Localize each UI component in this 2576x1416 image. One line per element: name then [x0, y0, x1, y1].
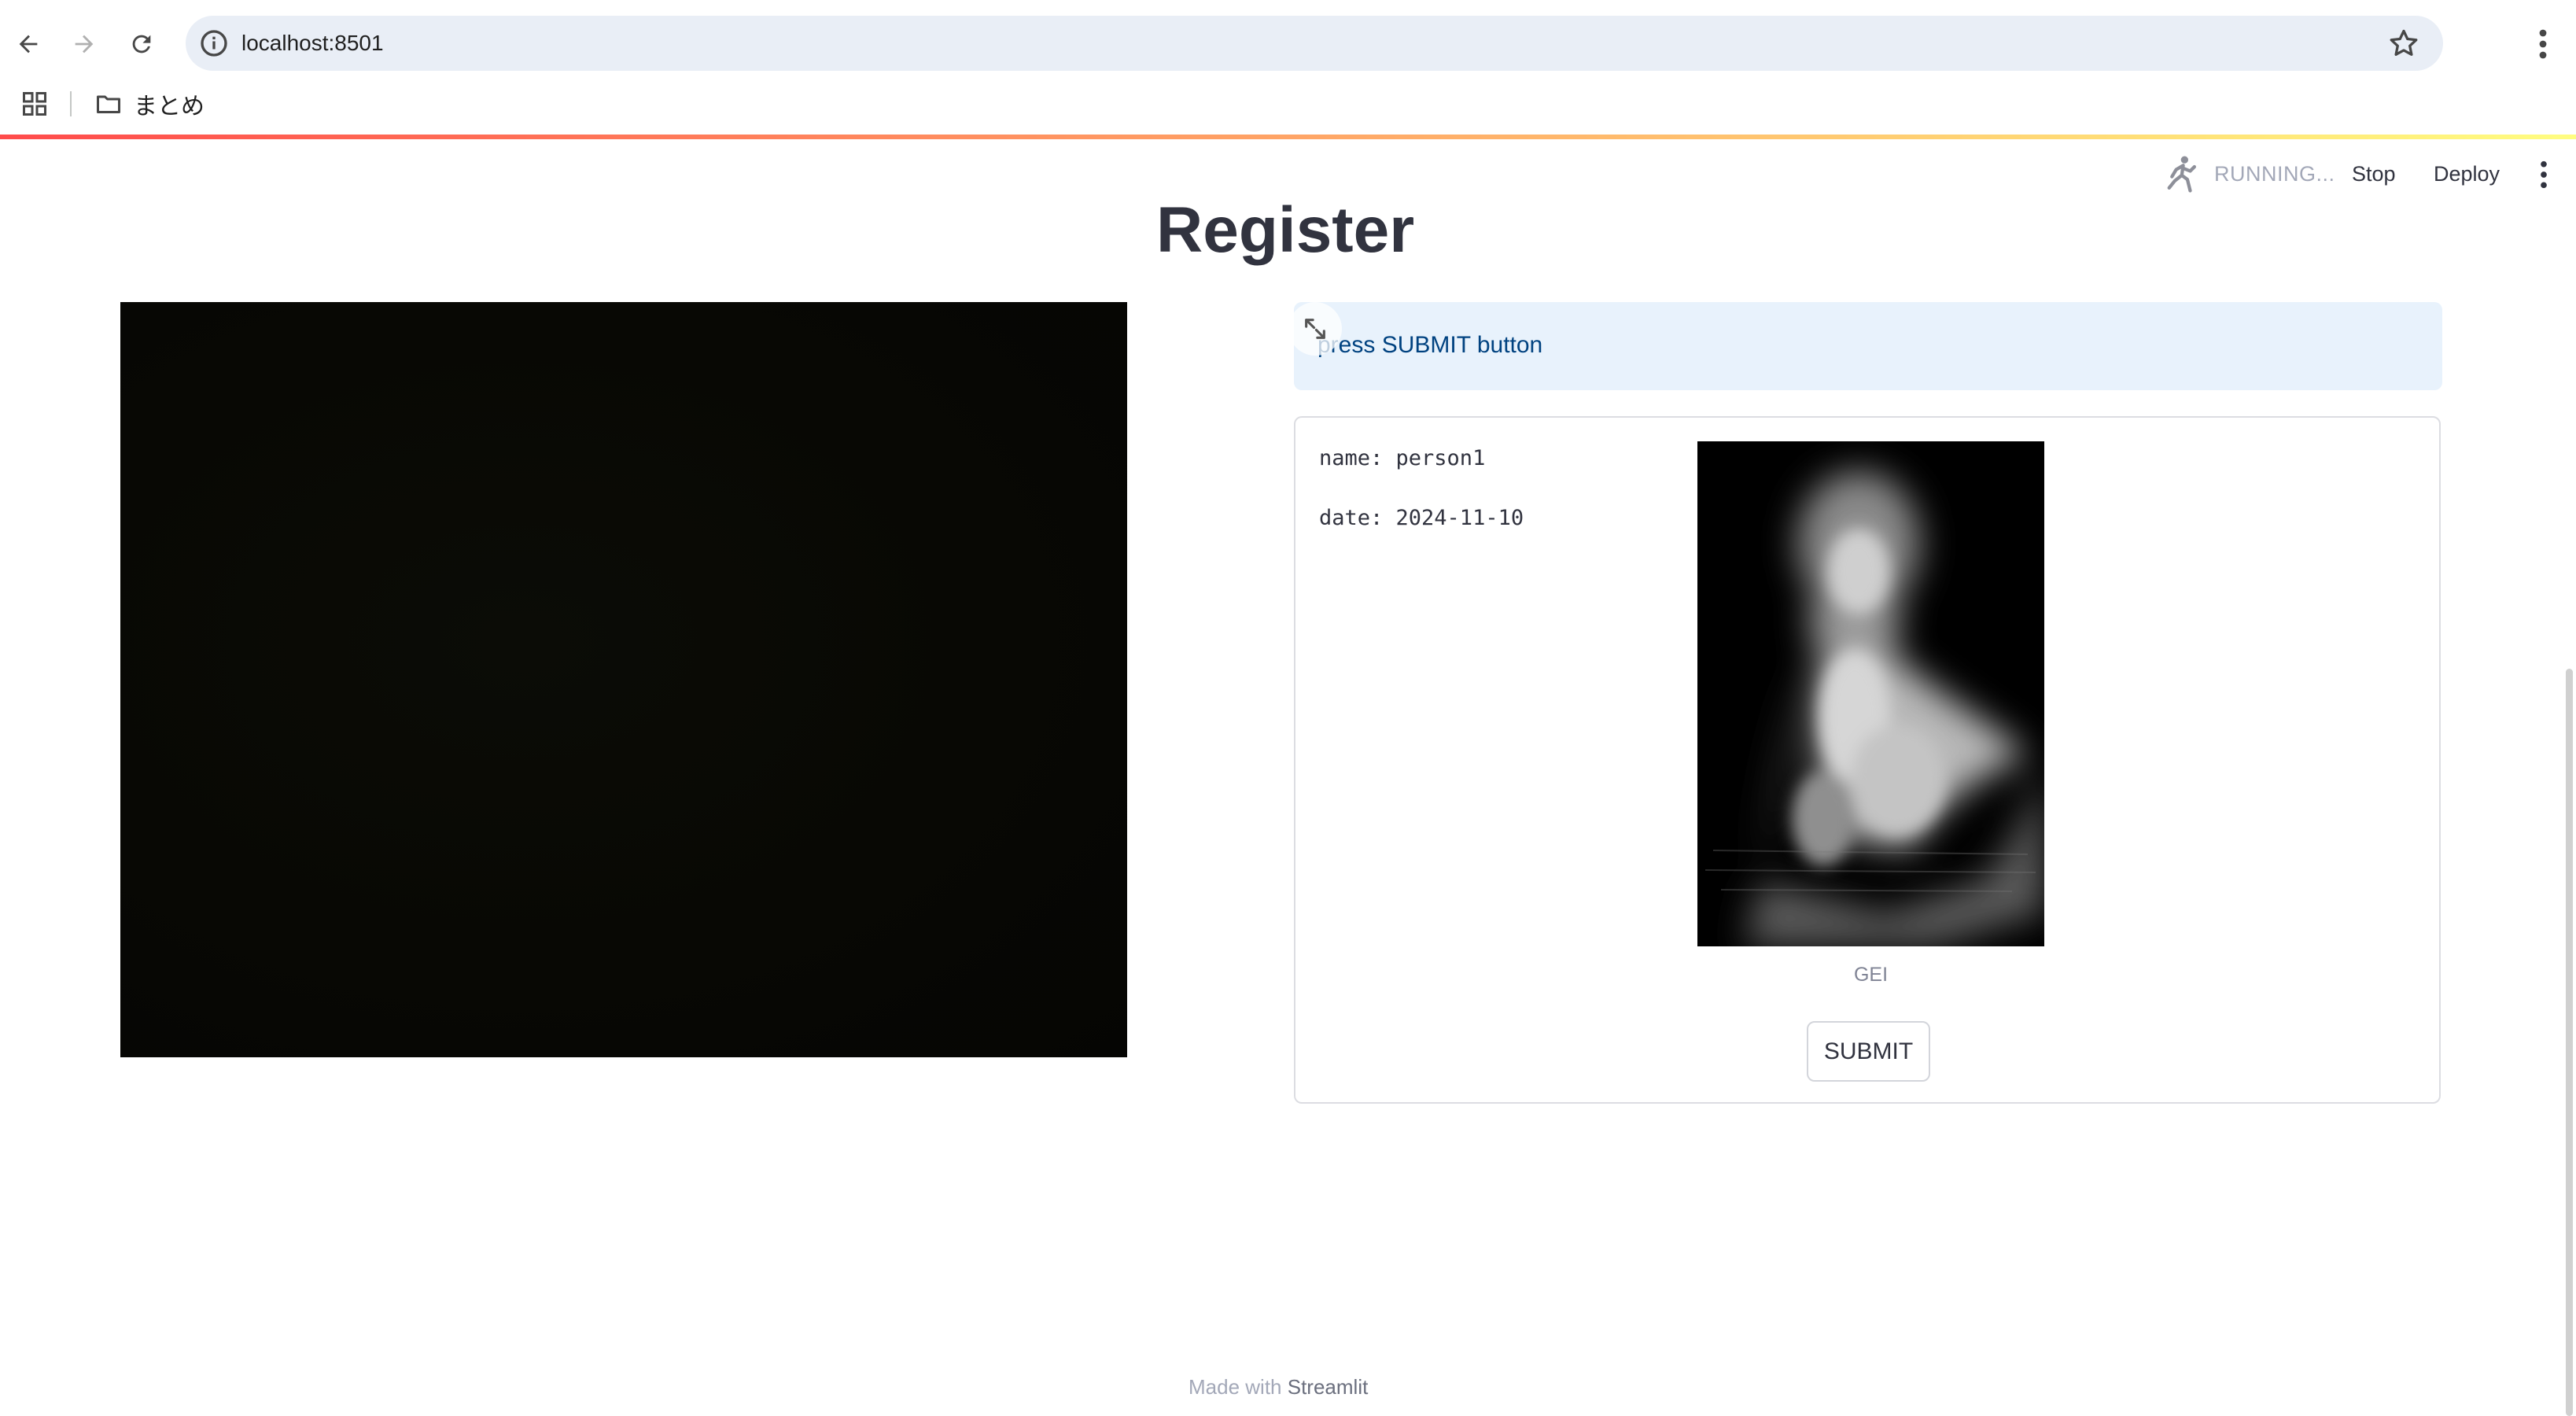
kebab-menu-icon[interactable]: [2529, 25, 2557, 63]
streamlit-link[interactable]: Streamlit: [1288, 1375, 1369, 1399]
bookmarks-bar: [0, 79, 2576, 126]
gei-image: [1697, 441, 2044, 946]
name-text: name: person1: [1319, 446, 1486, 470]
stop-button[interactable]: Stop: [2352, 162, 2396, 186]
site-info-icon[interactable]: [198, 28, 230, 59]
star-icon[interactable]: [2386, 26, 2421, 61]
footer: Made with Streamlit: [1188, 1375, 1368, 1399]
running-figure-icon: [2167, 156, 2196, 193]
submit-button[interactable]: SUBMIT: [1807, 1021, 1930, 1082]
fullscreen-icon: [1305, 319, 1325, 339]
running-status: RUNNING...: [2214, 162, 2335, 186]
scrollbar-thumb[interactable]: [2566, 669, 2573, 1416]
forward-button[interactable]: [61, 20, 108, 68]
footer-prefix: Made with: [1188, 1375, 1288, 1399]
webcam-video: [120, 302, 1127, 1057]
decoration-bar: [0, 135, 2576, 139]
back-button[interactable]: [5, 20, 52, 68]
gei-caption: GEI: [1853, 964, 1889, 986]
bookmark-folder-label: まとめ: [134, 93, 205, 120]
info-alert: press SUBMIT button: [1294, 302, 2442, 390]
back-arrow-icon: [19, 35, 38, 53]
browser-toolbar: localhost:8501: [0, 0, 2576, 88]
date-text: date: 2024-11-10: [1319, 506, 1524, 530]
bookmarks-divider: [70, 91, 72, 116]
address-bar[interactable]: localhost:8501: [186, 16, 2443, 71]
forward-arrow-icon: [75, 35, 94, 53]
apps-grid-icon[interactable]: [20, 90, 49, 118]
bookmark-folder[interactable]: まとめ: [94, 85, 205, 123]
form-container: name: person1 date: 2024-11-10 GEI SUBMI…: [1294, 416, 2441, 1104]
info-alert-text: press SUBMIT button: [1317, 332, 1543, 358]
reload-button[interactable]: [118, 20, 165, 68]
fullscreen-button[interactable]: [1288, 302, 1342, 356]
main-menu-icon[interactable]: [2533, 159, 2555, 190]
reload-icon: [132, 35, 151, 53]
url-text: localhost:8501: [241, 31, 384, 55]
gei-silhouette-image: [1697, 441, 2044, 946]
folder-icon: [97, 95, 120, 113]
page-title: Register: [1156, 194, 1415, 266]
deploy-button[interactable]: Deploy: [2434, 162, 2500, 186]
